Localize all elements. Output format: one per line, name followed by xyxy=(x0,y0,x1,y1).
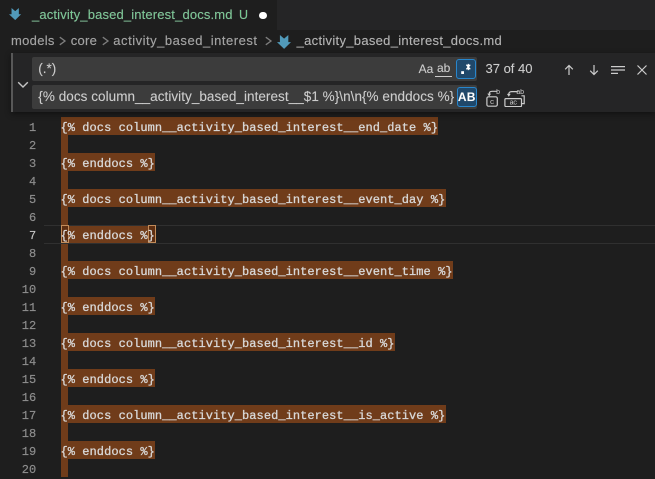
svg-text:c: c xyxy=(490,99,495,107)
svg-text:b: b xyxy=(496,89,500,97)
svg-text:ac: ac xyxy=(509,100,517,107)
svg-text:ab: ab xyxy=(516,89,524,97)
